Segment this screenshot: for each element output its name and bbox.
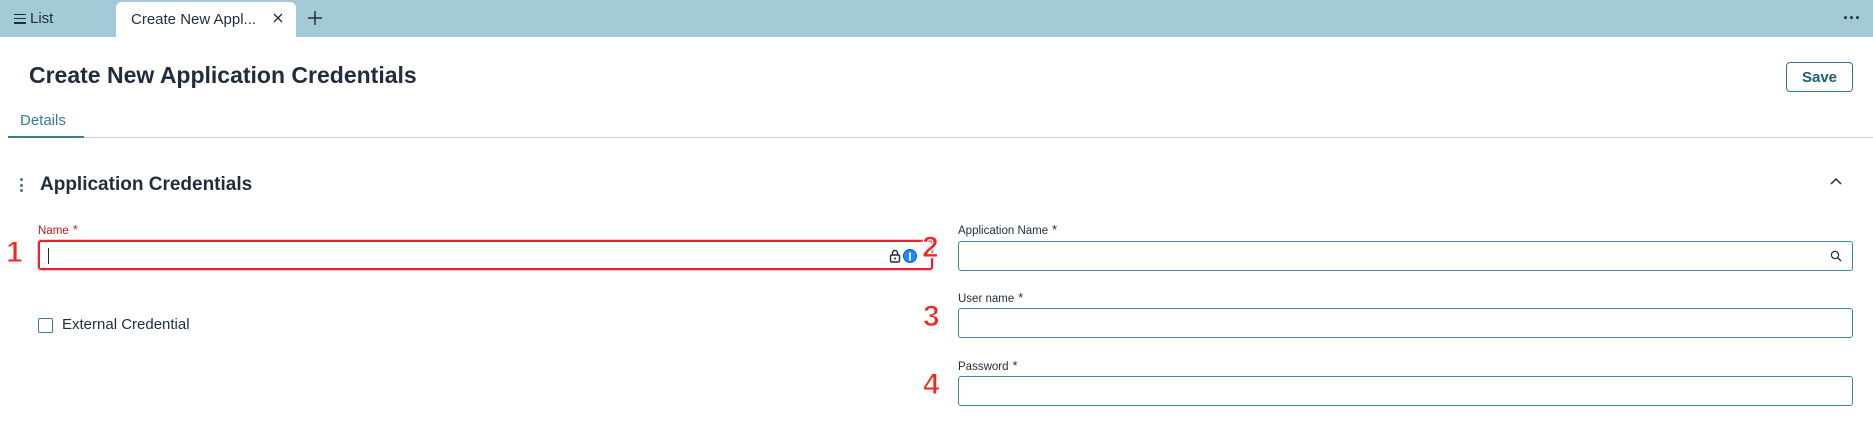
name-label-text: Name xyxy=(38,225,69,237)
annotation-1: 1 xyxy=(6,236,24,269)
annotation-4: 4 xyxy=(923,368,941,401)
password-label: Password * xyxy=(958,358,1018,373)
application-name-required-mark: * xyxy=(1052,222,1058,237)
tab-list[interactable]: List xyxy=(14,0,53,37)
password-manager-icons[interactable] xyxy=(889,249,917,263)
application-name-label-text: Application Name xyxy=(958,225,1049,237)
name-input[interactable] xyxy=(38,240,933,270)
drag-handle-icon[interactable] xyxy=(20,178,24,192)
password-input[interactable] xyxy=(958,376,1853,406)
external-credential-checkbox[interactable] xyxy=(38,318,53,333)
page-title: Create New Application Credentials xyxy=(29,62,417,88)
user-name-label-text: User name xyxy=(958,293,1015,305)
onepassword-icon[interactable] xyxy=(903,249,917,263)
annotation-3: 3 xyxy=(923,300,941,333)
name-required-mark: * xyxy=(72,222,78,237)
tab-create-new-label: Create New Appl... xyxy=(131,11,257,28)
tab-divider xyxy=(8,137,1873,138)
annotation-2: 2 xyxy=(922,231,940,264)
user-name-label: User name * xyxy=(958,290,1023,305)
tab-details-underline xyxy=(8,136,84,138)
tab-details[interactable]: Details xyxy=(20,112,66,129)
user-name-required-mark: * xyxy=(1018,290,1024,305)
hamburger-icon xyxy=(14,13,26,24)
section-title: Application Credentials xyxy=(40,174,253,195)
text-caret xyxy=(48,248,49,264)
application-name-input[interactable] xyxy=(958,241,1853,271)
close-icon[interactable] xyxy=(272,12,284,24)
tab-list-label: List xyxy=(30,10,54,27)
password-required-mark: * xyxy=(1012,358,1018,373)
user-name-input[interactable] xyxy=(958,308,1853,338)
name-label: Name * xyxy=(38,222,78,237)
tab-strip: List Create New Appl... ··· xyxy=(0,0,1873,37)
chevron-up-icon[interactable] xyxy=(1829,176,1843,186)
tab-create-new[interactable]: Create New Appl... xyxy=(116,2,296,37)
more-icon[interactable]: ··· xyxy=(1843,8,1861,29)
save-button[interactable]: Save xyxy=(1786,62,1853,92)
application-name-label: Application Name * xyxy=(958,222,1057,237)
external-credential-label: External Credential xyxy=(62,316,190,333)
search-icon[interactable] xyxy=(1830,250,1842,262)
password-label-text: Password xyxy=(958,361,1009,373)
lock-icon xyxy=(889,249,901,263)
plus-icon[interactable] xyxy=(306,9,324,27)
